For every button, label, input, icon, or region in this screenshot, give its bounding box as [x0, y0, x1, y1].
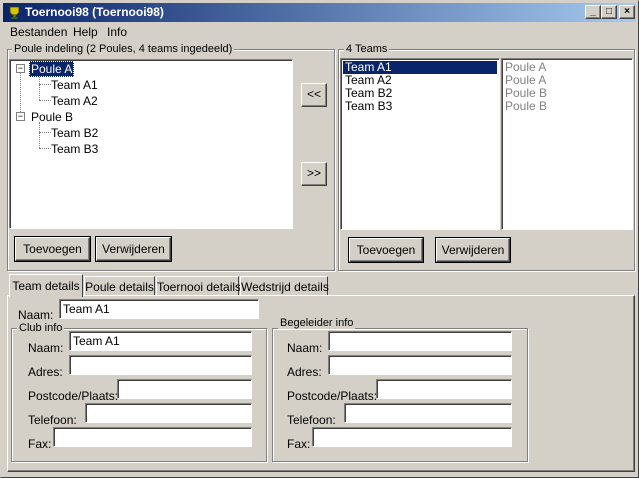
tree-line — [39, 100, 51, 101]
club-naam-label: Naam: — [28, 341, 64, 355]
begeleider-info-label: Begeleider info — [278, 317, 356, 329]
tab-poule-details[interactable]: Poule details — [84, 276, 155, 296]
poule-remove-button[interactable]: Verwijderen — [96, 237, 171, 261]
club-telefoon-label: Telefoon: — [28, 413, 77, 427]
collapse-icon[interactable]: − — [16, 112, 25, 121]
maximize-button[interactable]: □ — [601, 5, 617, 19]
close-button[interactable]: × — [619, 5, 635, 19]
team-name-label: Naam: — [18, 308, 54, 322]
club-telefoon-input[interactable] — [85, 403, 252, 423]
club-postcode-input[interactable] — [117, 379, 252, 399]
teams-group-label: 4 Teams — [344, 43, 390, 55]
begeleider-telefoon-label: Telefoon: — [287, 413, 336, 427]
main-window: Toernooi98 (Toernooi98) _ □ × Bestanden … — [0, 0, 639, 478]
club-adres-input[interactable] — [69, 355, 252, 375]
poule-list-item: Poule B — [505, 99, 548, 113]
begeleider-postcode-input[interactable] — [376, 379, 512, 399]
tree-line — [39, 132, 51, 133]
poule-assignment-list[interactable]: Poule A Poule A Poule B Poule B — [501, 58, 633, 230]
title-bar[interactable]: Toernooi98 (Toernooi98) _ □ × — [3, 3, 636, 22]
menu-bar: Bestanden Help Info — [3, 23, 636, 41]
tree-node-team-b2[interactable]: Team B2 — [51, 126, 98, 140]
begeleider-fax-label: Fax: — [287, 437, 311, 451]
tab-team-details[interactable]: Team details — [9, 274, 83, 297]
tree-line — [20, 68, 21, 116]
team-details-panel: Naam: Club info Naam: Adres: Postcode/Pl… — [7, 295, 635, 472]
begeleider-postcode-label: Postcode/Plaats: — [287, 389, 378, 403]
tree-line — [39, 74, 40, 100]
club-naam-input[interactable] — [69, 331, 252, 351]
trophy-icon — [9, 6, 20, 19]
poule-add-button[interactable]: Toevoegen — [15, 237, 90, 261]
begeleider-naam-label: Naam: — [287, 341, 323, 355]
begeleider-adres-input[interactable] — [328, 355, 512, 375]
club-postcode-label: Postcode/Plaats: — [28, 389, 119, 403]
begeleider-naam-input[interactable] — [328, 331, 512, 351]
tree-line — [39, 148, 51, 149]
move-left-button[interactable]: << — [301, 83, 327, 107]
begeleider-fax-input[interactable] — [312, 427, 512, 447]
club-info-label: Club info — [17, 322, 65, 334]
tree-node-poule-a[interactable]: Poule A — [29, 61, 75, 77]
tree-node-team-a1[interactable]: Team A1 — [51, 78, 98, 92]
menu-help[interactable]: Help — [73, 25, 98, 39]
tree-line — [39, 84, 51, 85]
poule-tree[interactable]: − Poule A Team A1 Team A2 − Poule B Team… — [9, 59, 293, 229]
tab-toernooi-details[interactable]: Toernooi details — [156, 276, 241, 296]
begeleider-telefoon-input[interactable] — [344, 403, 512, 423]
menu-info[interactable]: Info — [107, 25, 127, 39]
collapse-icon[interactable]: − — [16, 64, 25, 73]
teams-add-button[interactable]: Toevoegen — [349, 238, 423, 262]
club-fax-label: Fax: — [28, 437, 52, 451]
window-title: Toernooi98 (Toernooi98) — [25, 5, 164, 19]
team-list-item[interactable]: Team B3 — [345, 100, 392, 113]
club-fax-input[interactable] — [53, 427, 252, 447]
club-adres-label: Adres: — [28, 365, 63, 379]
tree-line — [39, 122, 40, 148]
tree-node-team-a2[interactable]: Team A2 — [51, 94, 98, 108]
team-name-input[interactable] — [59, 299, 259, 319]
teams-remove-button[interactable]: Verwijderen — [436, 238, 510, 262]
tab-wedstrijd-details[interactable]: Wedstrijd details — [240, 276, 329, 296]
menu-bestanden[interactable]: Bestanden — [10, 25, 67, 39]
tree-node-poule-b[interactable]: Poule B — [31, 110, 73, 124]
teams-list[interactable]: Team A1 Team A2 Team B2 Team B3 — [340, 58, 500, 230]
begeleider-adres-label: Adres: — [287, 365, 322, 379]
minimize-button[interactable]: _ — [585, 5, 601, 19]
poule-group-label: Poule indeling (2 Poules, 4 teams ingede… — [12, 43, 235, 55]
tree-node-team-b3[interactable]: Team B3 — [51, 142, 98, 156]
move-right-button[interactable]: >> — [301, 162, 327, 186]
